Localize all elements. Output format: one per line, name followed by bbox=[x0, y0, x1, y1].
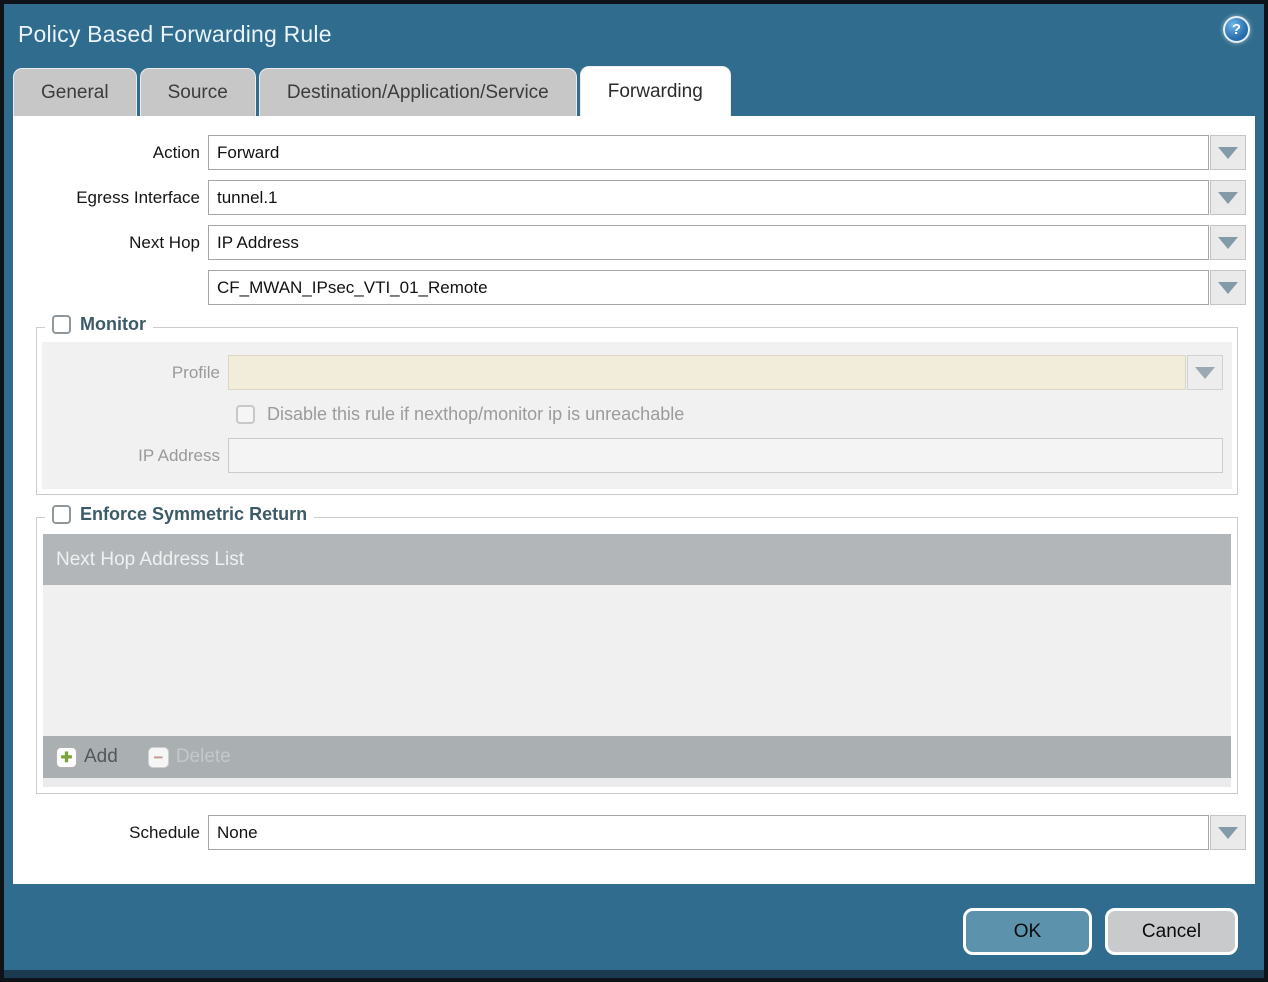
action-row: Action Forward bbox=[13, 135, 1246, 170]
tab-label: General bbox=[41, 81, 109, 103]
symmetric-return-legend: Enforce Symmetric Return bbox=[45, 504, 315, 525]
next-hop-row: Next Hop IP Address bbox=[13, 225, 1246, 260]
table-header-label: Next Hop Address List bbox=[56, 548, 244, 570]
action-dropdown-button[interactable] bbox=[1210, 135, 1246, 170]
action-value: Forward bbox=[217, 142, 280, 162]
tab-label: Source bbox=[167, 81, 228, 103]
table-bottom-strip bbox=[43, 778, 1231, 787]
profile-select bbox=[228, 355, 1186, 390]
footer-buttons: OK Cancel bbox=[963, 908, 1238, 955]
next-hop-address-dropdown-button[interactable] bbox=[1210, 270, 1246, 305]
next-hop-address-value: CF_MWAN_IPsec_VTI_01_Remote bbox=[217, 277, 488, 297]
schedule-row: Schedule None bbox=[13, 815, 1246, 850]
monitor-legend-label: Monitor bbox=[80, 314, 146, 334]
action-label: Action bbox=[152, 142, 200, 162]
table-body-empty[interactable] bbox=[43, 585, 1231, 736]
chevron-down-icon bbox=[1218, 191, 1238, 204]
egress-interface-select[interactable]: tunnel.1 bbox=[208, 180, 1209, 215]
egress-interface-dropdown-button[interactable] bbox=[1210, 180, 1246, 215]
disable-rule-checkbox bbox=[236, 405, 255, 424]
action-select[interactable]: Forward bbox=[208, 135, 1209, 170]
egress-interface-row: Egress Interface tunnel.1 bbox=[13, 180, 1246, 215]
symmetric-return-legend-label: Enforce Symmetric Return bbox=[80, 504, 308, 524]
delete-minus-icon: − bbox=[147, 746, 169, 768]
window-bottom-strip bbox=[4, 970, 1264, 978]
schedule-label: Schedule bbox=[129, 822, 200, 842]
monitor-fieldset: Monitor Profile Disable this rule if nex… bbox=[36, 314, 1238, 495]
add-plus-icon: ✚ bbox=[56, 746, 77, 768]
table-footer: ✚ Add − Delete bbox=[43, 736, 1231, 778]
next-hop-address-select[interactable]: CF_MWAN_IPsec_VTI_01_Remote bbox=[208, 270, 1209, 305]
next-hop-address-list-table: Next Hop Address List ✚ Add − Delete bbox=[43, 534, 1231, 778]
tab-label: Destination/Application/Service bbox=[286, 81, 549, 103]
symmetric-return-checkbox[interactable] bbox=[52, 505, 71, 524]
symmetric-return-fieldset: Enforce Symmetric Return Next Hop Addres… bbox=[36, 504, 1238, 794]
help-icon[interactable]: ? bbox=[1223, 16, 1250, 43]
monitor-body: Profile Disable this rule if nexthop/mon… bbox=[42, 342, 1232, 489]
next-hop-label: Next Hop bbox=[129, 232, 200, 252]
tab-forwarding[interactable]: Forwarding bbox=[579, 66, 731, 116]
monitor-checkbox[interactable] bbox=[52, 315, 71, 334]
dialog-title: Policy Based Forwarding Rule bbox=[18, 20, 332, 47]
ok-button[interactable]: OK bbox=[963, 908, 1092, 955]
tab-source[interactable]: Source bbox=[139, 68, 256, 116]
schedule-value: None bbox=[217, 822, 258, 842]
profile-label: Profile bbox=[171, 362, 220, 382]
tab-bar: General Source Destination/Application/S… bbox=[4, 64, 1264, 116]
policy-based-forwarding-dialog: Policy Based Forwarding Rule ? General S… bbox=[4, 4, 1264, 978]
cancel-button-label: Cancel bbox=[1141, 920, 1202, 942]
tab-general[interactable]: General bbox=[13, 68, 137, 116]
next-hop-type-value: IP Address bbox=[217, 232, 299, 252]
next-hop-type-dropdown-button[interactable] bbox=[1210, 225, 1246, 260]
profile-row: Profile bbox=[42, 355, 1223, 390]
titlebar: Policy Based Forwarding Rule ? bbox=[4, 4, 1264, 64]
tab-destination-application-service[interactable]: Destination/Application/Service bbox=[258, 68, 577, 116]
egress-interface-label: Egress Interface bbox=[76, 187, 200, 207]
schedule-select[interactable]: None bbox=[208, 815, 1209, 850]
monitor-ip-address-label: IP Address bbox=[138, 445, 220, 465]
forwarding-tab-panel: Action Forward Egress Interface tunnel.1… bbox=[13, 116, 1255, 884]
chevron-down-icon bbox=[1218, 146, 1238, 159]
monitor-ip-address-input bbox=[228, 438, 1223, 473]
delete-button: − Delete bbox=[147, 746, 231, 768]
profile-dropdown-button bbox=[1187, 355, 1223, 390]
cancel-button[interactable]: Cancel bbox=[1105, 908, 1238, 955]
chevron-down-icon bbox=[1218, 281, 1238, 294]
chevron-down-icon bbox=[1218, 826, 1238, 839]
delete-button-label: Delete bbox=[175, 746, 231, 767]
egress-interface-value: tunnel.1 bbox=[217, 187, 278, 207]
monitor-legend: Monitor bbox=[45, 314, 153, 335]
help-glyph: ? bbox=[1231, 21, 1242, 38]
monitor-ip-address-row: IP Address bbox=[42, 438, 1223, 473]
chevron-down-icon bbox=[1218, 236, 1238, 249]
add-button[interactable]: ✚ Add bbox=[56, 746, 118, 768]
next-hop-type-select[interactable]: IP Address bbox=[208, 225, 1209, 260]
table-column-header: Next Hop Address List bbox=[43, 534, 1231, 585]
ok-button-label: OK bbox=[1013, 920, 1042, 942]
disable-rule-row: Disable this rule if nexthop/monitor ip … bbox=[236, 404, 1223, 425]
tab-label: Forwarding bbox=[607, 80, 703, 102]
schedule-dropdown-button[interactable] bbox=[1210, 815, 1246, 850]
chevron-down-icon bbox=[1195, 366, 1215, 379]
dialog-footer: OK Cancel bbox=[4, 884, 1264, 978]
disable-rule-label: Disable this rule if nexthop/monitor ip … bbox=[267, 404, 685, 424]
add-button-label: Add bbox=[84, 746, 118, 767]
next-hop-address-row: CF_MWAN_IPsec_VTI_01_Remote bbox=[13, 270, 1246, 305]
